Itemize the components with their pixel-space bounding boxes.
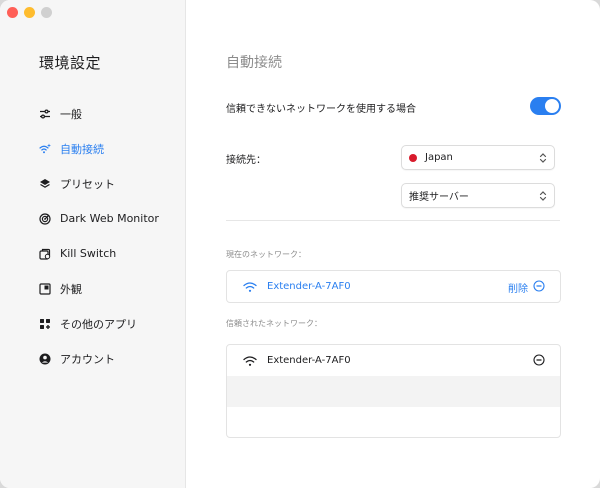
zoom-window-button[interactable] (41, 7, 52, 18)
current-network-label: 現在のネットワーク： (226, 250, 306, 259)
sidebar-item-general[interactable]: 一般 (39, 96, 179, 131)
trusted-network-name: Extender-A-7AF0 (267, 355, 351, 366)
server-select[interactable]: 推奨サーバー (401, 183, 555, 208)
sidebar-title: 環境設定 (39, 54, 102, 72)
country-select-value: Japan (425, 152, 453, 163)
untrusted-network-label: 信頼できないネットワークを使用する場合 (226, 104, 416, 115)
sliders-icon (39, 108, 51, 120)
japan-flag-icon (409, 153, 417, 162)
select-chevron-icon (539, 153, 547, 163)
layers-icon (39, 178, 51, 190)
kill-switch-icon (39, 248, 51, 260)
server-select-value: 推奨サーバー (409, 192, 469, 203)
wifi-auto-icon (39, 143, 51, 155)
sidebar-item-appearance[interactable]: 外観 (39, 271, 179, 306)
sidebar: 環境設定 一般 自動接続 プリセット Dark Web Monitor Kill… (0, 0, 186, 488)
appearance-icon (39, 282, 51, 295)
sidebar-item-label: 自動接続 (60, 142, 104, 156)
wifi-icon (243, 281, 257, 292)
current-network-card: Extender-A-7AF0 削除 (226, 270, 561, 303)
main-panel: 自動接続 信頼できないネットワークを使用する場合 接続先： Japan 推奨サー… (186, 0, 600, 488)
sidebar-item-account[interactable]: アカウント (39, 341, 179, 376)
minus-circle-icon[interactable] (533, 354, 545, 366)
close-window-button[interactable] (7, 7, 18, 18)
sidebar-item-kill-switch[interactable]: Kill Switch (39, 236, 179, 271)
preferences-window: 環境設定 一般 自動接続 プリセット Dark Web Monitor Kill… (0, 0, 600, 488)
sidebar-item-label: Kill Switch (60, 247, 117, 260)
sidebar-item-other-apps[interactable]: その他のアプリ (39, 306, 179, 341)
connect-to-label: 接続先： (226, 155, 266, 166)
sidebar-item-label: Dark Web Monitor (60, 212, 159, 225)
sidebar-item-label: プリセット (60, 177, 115, 191)
minus-circle-icon[interactable] (533, 280, 545, 292)
toggle-knob (545, 99, 559, 113)
current-network-row: Extender-A-7AF0 削除 (227, 271, 560, 302)
trusted-networks-label: 信頼されたネットワーク： (226, 319, 322, 328)
minimize-window-button[interactable] (24, 7, 35, 18)
section-divider (226, 220, 560, 221)
radar-icon (39, 212, 51, 225)
country-select[interactable]: Japan (401, 145, 555, 170)
window-controls (7, 7, 52, 18)
untrusted-network-toggle[interactable] (530, 97, 561, 115)
sidebar-nav: 一般 自動接続 プリセット Dark Web Monitor Kill Swit… (39, 96, 179, 376)
empty-list-row (227, 376, 560, 407)
sidebar-item-presets[interactable]: プリセット (39, 166, 179, 201)
apps-grid-icon (39, 318, 51, 330)
wifi-icon (243, 355, 257, 366)
trusted-networks-list: Extender-A-7AF0 (226, 344, 561, 438)
list-item[interactable]: Extender-A-7AF0 (227, 345, 560, 376)
empty-list-row (227, 407, 560, 437)
account-icon (39, 353, 51, 365)
select-chevron-icon (539, 191, 547, 201)
current-network-name: Extender-A-7AF0 (267, 281, 351, 292)
sidebar-item-label: その他のアプリ (60, 317, 137, 331)
sidebar-item-dark-web-monitor[interactable]: Dark Web Monitor (39, 201, 179, 236)
page-title: 自動接続 (226, 55, 282, 71)
sidebar-item-auto-connect[interactable]: 自動接続 (39, 131, 179, 166)
sidebar-item-label: 外観 (60, 282, 82, 296)
sidebar-item-label: アカウント (60, 352, 115, 366)
sidebar-item-label: 一般 (60, 107, 82, 121)
remove-network-button[interactable]: 削除 (508, 280, 528, 295)
